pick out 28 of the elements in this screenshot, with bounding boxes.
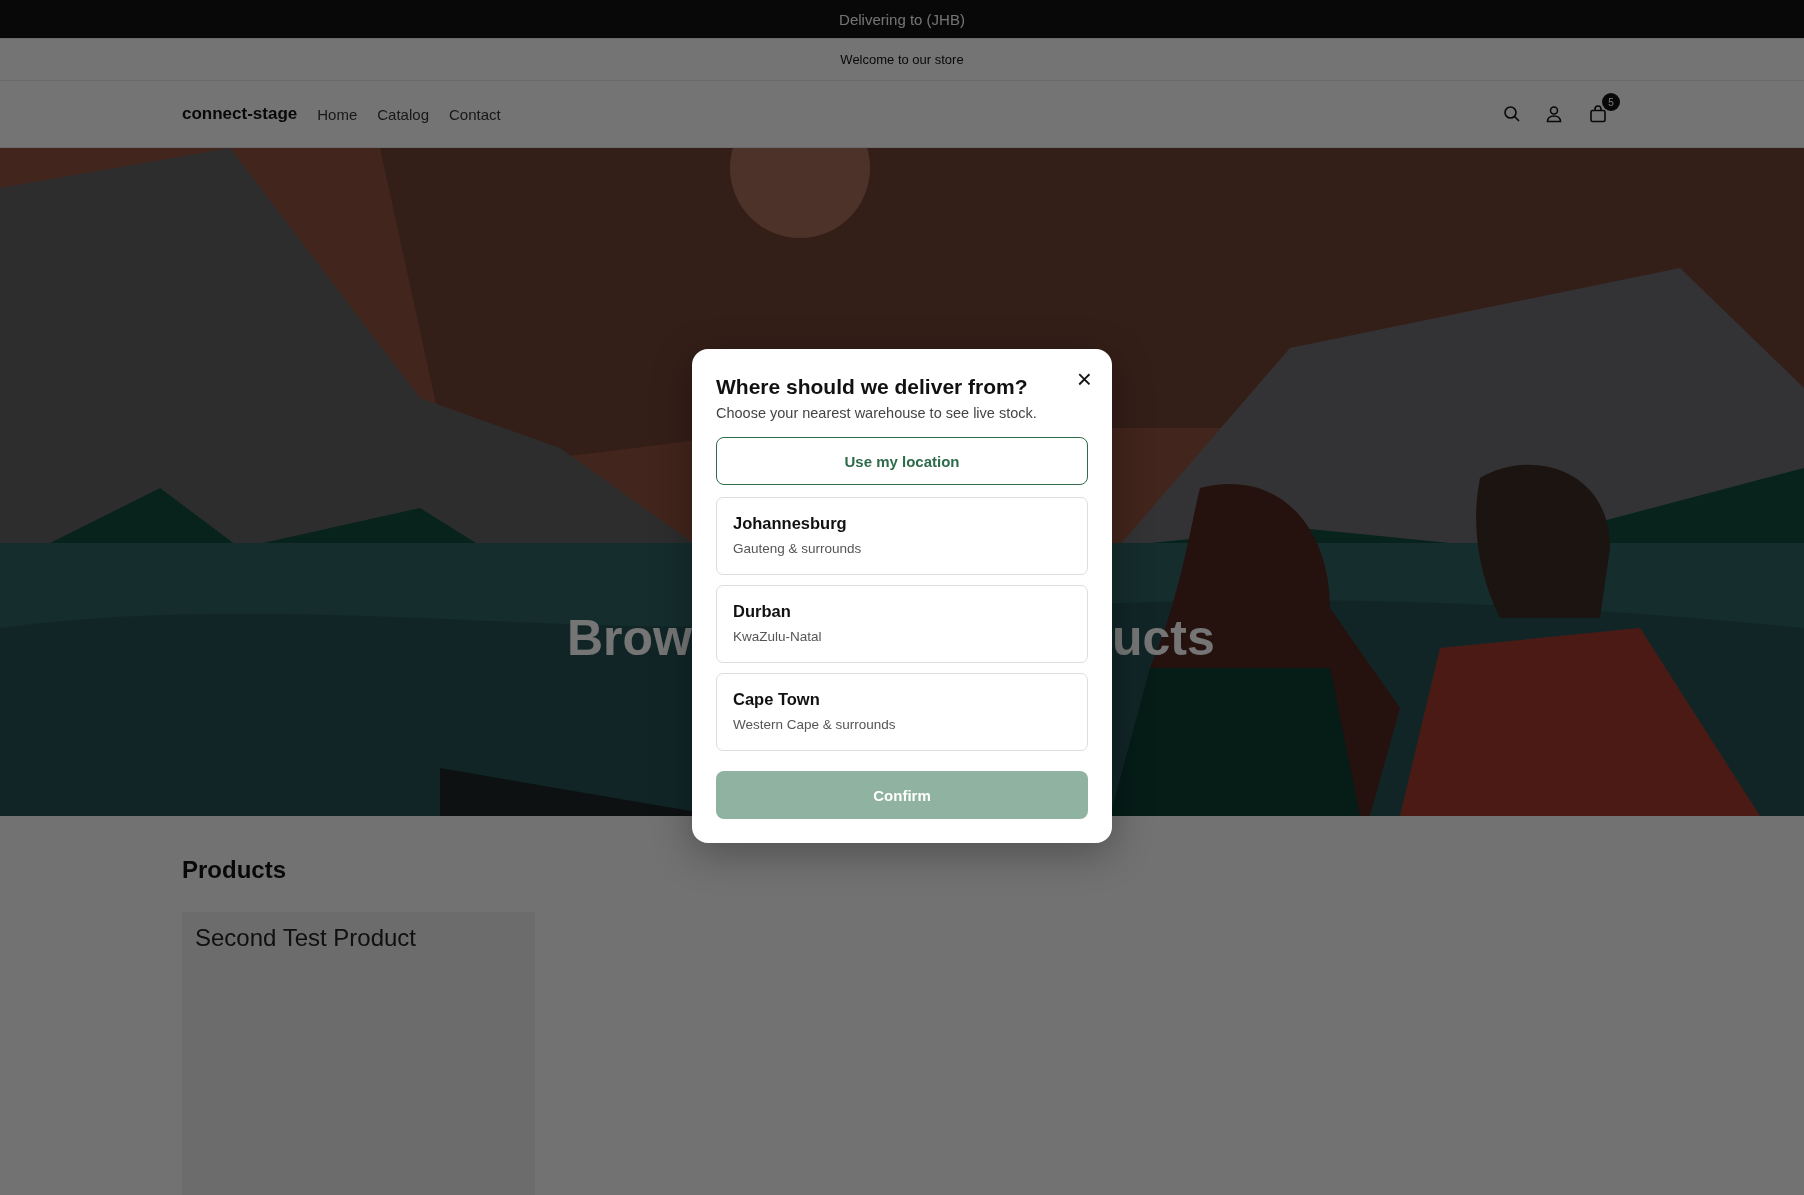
account-icon[interactable]: [1544, 104, 1564, 124]
section-heading: Products: [182, 856, 287, 884]
warehouse-name: Johannesburg: [733, 514, 847, 533]
hero-heading: ucts: [1112, 611, 1215, 666]
nav-link[interactable]: Contact: [448, 105, 501, 123]
cart-count-badge: 5: [1602, 93, 1620, 111]
delivery-text: Delivering to (JHB): [839, 10, 965, 28]
hero-heading: Brow: [567, 611, 692, 666]
nav-link[interactable]: Home: [317, 105, 358, 123]
search-icon[interactable]: [1502, 104, 1522, 124]
product-title: Second Test Product: [195, 924, 418, 952]
warehouse-option[interactable]: Johannesburg Gauteng & surrounds: [716, 497, 1088, 575]
warehouse-region: KwaZulu-Natal: [733, 629, 822, 644]
warehouse-region: Gauteng & surrounds: [733, 541, 862, 556]
warehouse-option[interactable]: Durban KwaZulu-Natal: [716, 585, 1088, 663]
store-logo[interactable]: connect-stage: [182, 104, 298, 124]
warehouse-name: Cape Town: [733, 690, 820, 709]
dialog-title: Where should we deliver from?: [716, 375, 1028, 399]
warehouse-option[interactable]: Cape Town Western Cape & surrounds: [716, 673, 1088, 751]
warehouse-name: Durban: [733, 602, 791, 621]
warehouse-region: Western Cape & surrounds: [733, 717, 896, 732]
bag-icon[interactable]: [1588, 104, 1608, 124]
use-location-button[interactable]: Use my location: [716, 437, 1088, 485]
product-card[interactable]: Second Test Product: [182, 912, 535, 1195]
nav-link[interactable]: Catalog: [377, 105, 429, 123]
announcement-text: Welcome to our store: [840, 52, 964, 67]
dialog-subtitle: Choose your nearest warehouse to see live stock.: [716, 405, 1038, 421]
close-button[interactable]: ×: [1074, 369, 1094, 389]
